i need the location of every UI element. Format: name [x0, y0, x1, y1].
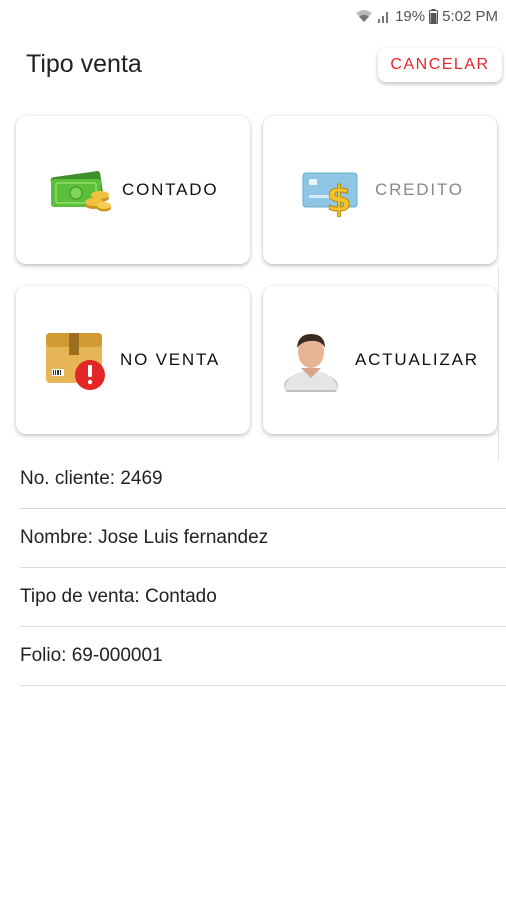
tile-contado[interactable]: CONTADO [16, 116, 250, 264]
tile-contado-label: CONTADO [122, 180, 219, 199]
wifi-icon [356, 10, 373, 22]
header: Tipo venta CANCELAR [0, 40, 506, 92]
client-name: Nombre: Jose Luis fernandez [20, 509, 506, 568]
package-alert-icon [46, 333, 105, 390]
battery-icon [429, 8, 439, 24]
clock: 5:02 PM [442, 7, 498, 25]
signal-icon [378, 12, 389, 23]
tile-no-venta-label: NO VENTA [120, 350, 221, 369]
info-list: No. cliente: 2469 Nombre: Jose Luis fern… [20, 450, 506, 686]
folio: Folio: 69-000001 [20, 627, 506, 686]
tile-actualizar[interactable]: ACTUALIZAR [263, 286, 497, 434]
cash-icon [50, 171, 111, 212]
tile-no-venta[interactable]: NO VENTA [16, 286, 250, 434]
tile-credito[interactable]: $ CREDITO [263, 116, 497, 264]
page-title: Tipo venta [26, 50, 142, 78]
client-number: No. cliente: 2469 [20, 450, 506, 509]
svg-text:$: $ [326, 179, 351, 217]
scroll-indicator [498, 266, 505, 462]
status-bar: 19% 5:02 PM [0, 0, 506, 32]
tile-credito-label: CREDITO [375, 180, 464, 199]
tile-actualizar-label: ACTUALIZAR [355, 350, 479, 369]
user-icon [284, 334, 338, 392]
sale-type: Tipo de venta: Contado [20, 568, 506, 627]
battery-percent: 19% [395, 7, 426, 25]
credit-card-icon: $ [302, 172, 358, 217]
cancel-button[interactable]: CANCELAR [378, 48, 502, 82]
